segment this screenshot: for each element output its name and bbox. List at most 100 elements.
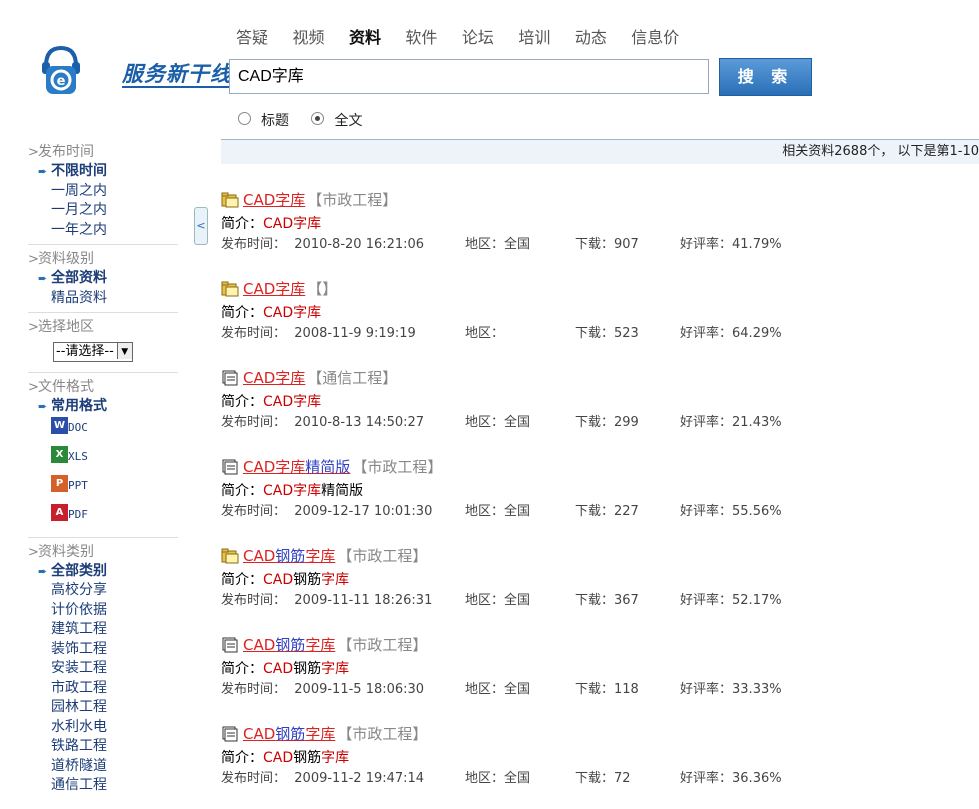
result-title-row: CAD钢筋字库 【市政工程】: [221, 631, 979, 659]
result-category: 【市政工程】: [337, 725, 428, 743]
format-doc[interactable]: W DOC: [28, 416, 180, 446]
nav-item-training[interactable]: 培训: [518, 24, 550, 48]
filter-category-item[interactable]: 建筑工程: [28, 620, 180, 640]
result-category: 【通信工程】: [307, 369, 398, 387]
folder-icon[interactable]: [221, 545, 239, 563]
result-title-link[interactable]: CAD字库精简版: [239, 458, 352, 476]
nav-item-materials[interactable]: 资料: [349, 24, 381, 48]
pdf-icon: A: [51, 503, 68, 521]
filter-level-all[interactable]: ➨ 全部资料: [28, 269, 180, 289]
result-title-row: CAD字库 【】: [221, 275, 979, 303]
brand-name: 服务新干线: [122, 62, 232, 86]
format-pdf[interactable]: A PDF: [28, 503, 180, 533]
result-downloads: 下载：907: [575, 237, 639, 252]
filter-category-item[interactable]: 园林工程: [28, 698, 180, 718]
selected-arrow-icon: ➨: [38, 564, 48, 578]
nav-item-price-info[interactable]: 信息价: [631, 24, 679, 48]
result-date: 发布时间： 2010-8-20 16:21:06: [221, 237, 425, 252]
result-date: 发布时间： 2009-12-17 10:01:30: [221, 504, 433, 519]
filter-level-premium[interactable]: 精品资料: [28, 289, 180, 309]
result-region: 地区：全国: [465, 682, 531, 697]
filter-category-item[interactable]: 水利水电: [28, 718, 180, 738]
collapse-sidebar-button[interactable]: <: [194, 207, 208, 245]
folder-icon[interactable]: [221, 189, 239, 207]
filter-category-item[interactable]: 计价依据: [28, 601, 180, 621]
top-nav: 答疑 视频 资料 软件 论坛 培训 动态 信息价: [236, 24, 699, 48]
filter-level-heading[interactable]: >资料级别: [28, 249, 180, 269]
headset-logo-icon: e: [42, 45, 80, 94]
result-meta: 发布时间： 2009-11-2 19:47:14 地区：全国 下载：72 好评率：36…: [221, 768, 979, 790]
result-description: 简介：CAD字库: [221, 305, 322, 321]
result-date: 发布时间： 2010-8-13 14:50:27: [221, 415, 425, 430]
document-icon[interactable]: [221, 367, 239, 385]
divider: [28, 536, 178, 538]
radio-title-label[interactable]: 标题: [261, 113, 289, 129]
document-icon[interactable]: [221, 723, 239, 741]
result-title-link[interactable]: CAD字库: [239, 280, 307, 298]
search-button[interactable]: 搜 索: [719, 58, 812, 96]
chevron-right-icon: >: [28, 380, 39, 395]
radio-fulltext[interactable]: [311, 111, 325, 125]
divider: [28, 312, 178, 313]
radio-fulltext-label[interactable]: 全文: [334, 113, 362, 129]
filter-time-week[interactable]: 一周之内: [28, 182, 180, 202]
result-item: CAD字库 【市政工程】简介：CAD字库发布时间： 2010-8-20 16:21…: [221, 186, 979, 275]
result-meta: 发布时间： 2009-11-11 18:26:31 地区：全国 下载：367 好评率：…: [221, 590, 979, 612]
chevron-down-icon: ▼: [116, 343, 132, 359]
result-description: 简介：CAD钢筋字库: [221, 572, 350, 588]
result-title-row: CAD字库精简版 【市政工程】: [221, 453, 979, 481]
filter-region-heading[interactable]: >选择地区: [28, 317, 180, 337]
svg-text:e: e: [57, 74, 66, 89]
search-input[interactable]: CAD字库: [229, 59, 709, 94]
filter-category-item[interactable]: 市政工程: [28, 679, 180, 699]
chevron-right-icon: >: [28, 252, 39, 267]
filter-category-item[interactable]: 铁路工程: [28, 737, 180, 757]
filter-sidebar: >发布时间 ➨ 不限时间 一周之内 一月之内 一年之内 >资料级别 ➨ 全部资料 精…: [28, 140, 180, 796]
radio-title[interactable]: [238, 111, 251, 125]
filter-category-item[interactable]: 通信工程: [28, 776, 180, 796]
filter-category-heading[interactable]: >资料类别: [28, 542, 180, 562]
result-region: 地区：全国: [465, 504, 531, 519]
document-icon[interactable]: [221, 456, 239, 474]
filter-time-year[interactable]: 一年之内: [28, 221, 180, 241]
result-title-link[interactable]: CAD字库: [239, 191, 307, 209]
result-date: 发布时间： 2009-11-5 18:06:30: [221, 682, 425, 697]
document-icon[interactable]: [221, 634, 239, 652]
nav-item-news[interactable]: 动态: [575, 24, 607, 48]
result-description: 简介：CAD字库: [221, 216, 322, 232]
result-title-link[interactable]: CAD字库: [239, 369, 307, 387]
filter-category-all[interactable]: ➨ 全部类别: [28, 562, 180, 582]
region-select[interactable]: --请选择-- ▼: [53, 342, 133, 362]
result-description: 简介：CAD字库: [221, 394, 322, 410]
result-date: 发布时间： 2009-11-11 18:26:31: [221, 593, 433, 608]
result-title-link[interactable]: CAD钢筋字库: [239, 547, 337, 565]
filter-category-item[interactable]: 装饰工程: [28, 640, 180, 660]
result-summary: 相关资料2688个， 以下是第1-10: [782, 144, 979, 159]
result-downloads: 下载：523: [575, 326, 639, 341]
filter-category-item[interactable]: 道桥隧道: [28, 757, 180, 777]
selected-arrow-icon: ➨: [38, 400, 48, 413]
filter-time-any[interactable]: ➨ 不限时间: [28, 162, 180, 182]
result-title-row: CAD字库 【市政工程】: [221, 186, 979, 214]
excel-icon: X: [51, 445, 68, 463]
nav-item-qa[interactable]: 答疑: [236, 24, 268, 48]
folder-icon[interactable]: [221, 278, 239, 296]
format-xls[interactable]: X XLS: [28, 445, 180, 475]
filter-time-month[interactable]: 一月之内: [28, 201, 180, 221]
result-rating: 好评率：36.36%: [680, 771, 782, 786]
nav-item-video[interactable]: 视频: [292, 24, 324, 48]
result-title-link[interactable]: CAD钢筋字库: [239, 636, 337, 654]
nav-item-forum[interactable]: 论坛: [462, 24, 494, 48]
filter-format-heading[interactable]: >文件格式: [28, 377, 180, 397]
filter-time-heading[interactable]: >发布时间: [28, 142, 180, 162]
filter-category-item[interactable]: 高校分享: [28, 581, 180, 601]
logo[interactable]: e 服务新干线: [40, 44, 252, 96]
result-downloads: 下载：72: [575, 771, 631, 786]
result-downloads: 下载：299: [575, 415, 639, 430]
filter-format-common[interactable]: ➨ 常用格式: [28, 397, 180, 417]
result-meta: 发布时间： 2009-12-17 10:01:30 地区：全国 下载：227 好评率：…: [221, 501, 979, 523]
nav-item-software[interactable]: 软件: [405, 24, 437, 48]
format-ppt[interactable]: P PPT: [28, 474, 180, 504]
filter-category-item[interactable]: 安装工程: [28, 659, 180, 679]
result-title-link[interactable]: CAD钢筋字库: [239, 725, 337, 743]
